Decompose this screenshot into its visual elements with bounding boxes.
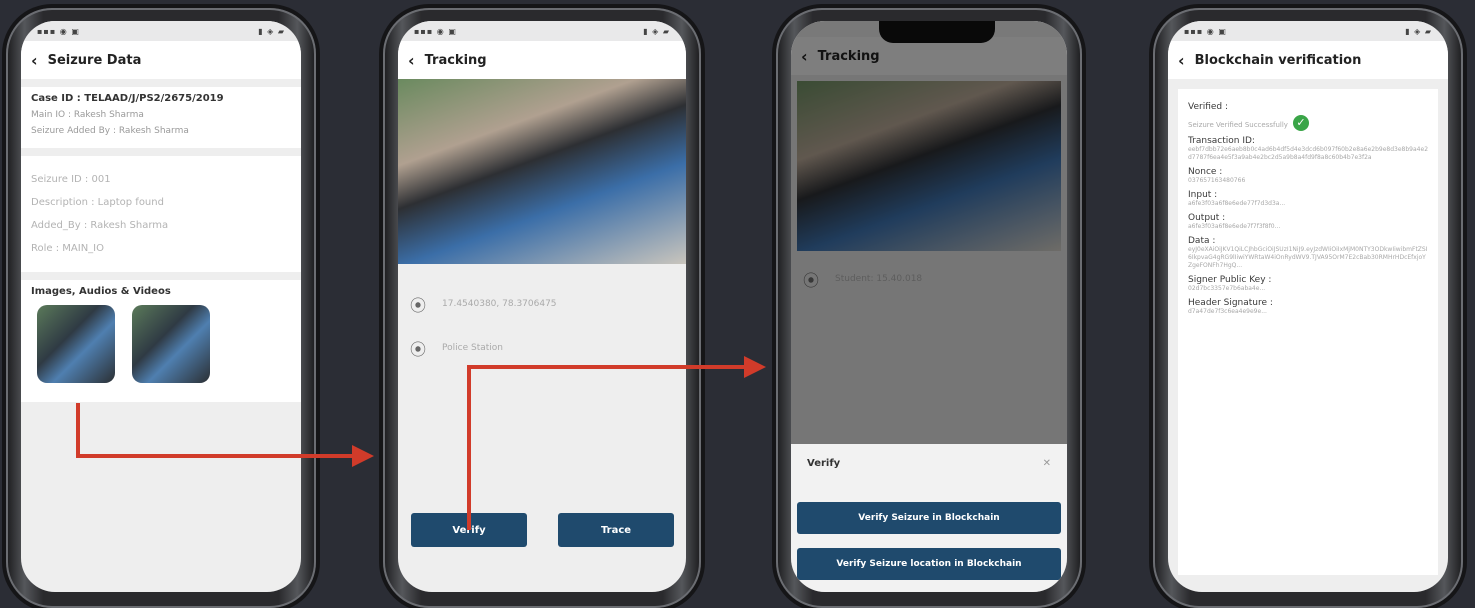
role: Role : MAIN_IO — [31, 243, 104, 254]
added-by: Added_By : Rakesh Sharma — [31, 220, 169, 231]
back-icon[interactable]: ‹ — [1178, 51, 1185, 70]
header-signature-label: Header Signature : — [1188, 298, 1273, 308]
description: Description : Laptop found — [31, 197, 164, 208]
seizure-card: Seizure ID : 001 Description : Laptop fo… — [21, 156, 301, 272]
back-icon[interactable]: ‹ — [31, 51, 38, 70]
nonce-label: Nonce : — [1188, 167, 1223, 177]
verified-row: Seizure Verified Successfully ✓ — [1188, 112, 1428, 131]
sheet-title: Verify — [807, 458, 841, 469]
place-row: ⦿ Police Station — [398, 326, 686, 370]
coords-row: ⦿ 17.4540380, 78.3706475 — [398, 282, 686, 326]
nonce-value: 037657163480766 — [1188, 177, 1246, 184]
check-icon: ✓ — [1293, 114, 1310, 131]
phone-tracking: ▪▪▪ ◉ ▣ ▮ ◈ ▰ ‹ Tracking ⦿ 17.4540380, 78… — [383, 8, 701, 608]
case-card: Case ID : TELAAD/J/PS2/2675/2019 Main IO… — [21, 87, 301, 148]
status-bar: ▪▪▪ ◉ ▣ ▮ ◈ ▰ — [398, 21, 686, 41]
phone-verify-sheet: ‹ Tracking ⦿ Student: 15.40.018 Verify ✕… — [776, 8, 1082, 608]
page-title: Tracking — [424, 52, 487, 68]
location-pin-icon: ⦿ — [410, 340, 427, 359]
sheet-header: Verify ✕ — [791, 444, 1067, 483]
flow-arrow-2-horizontal — [467, 365, 747, 369]
screen-seizure-data: ▪▪▪ ◉ ▣ ▮ ◈ ▰ ‹ Seizure Data Case ID : TE… — [21, 21, 301, 592]
flow-arrow-1-head — [352, 445, 374, 467]
data-value: eyJ0eXAiOiJKV1QiLCJhbGciOiJSUzI1NiJ9.eyJ… — [1188, 246, 1428, 269]
verify-location-button[interactable]: Verify Seizure location in Blockchain — [797, 548, 1061, 580]
screen-tracking: ▪▪▪ ◉ ▣ ▮ ◈ ▰ ‹ Tracking ⦿ 17.4540380, 78… — [398, 21, 686, 592]
screen-blockchain: ▪▪▪ ◉ ▣ ▮ ◈ ▰ ‹ Blockchain verification V… — [1168, 21, 1448, 592]
page-title: Seizure Data — [47, 52, 142, 68]
seizure-photo — [398, 79, 686, 264]
verification-card: Verified : Seizure Verified Successfully… — [1178, 89, 1438, 575]
transaction-label: Transaction ID: — [1188, 136, 1255, 146]
flow-arrow-2-vertical — [467, 365, 471, 530]
nav-bar: ‹ Blockchain verification — [1168, 41, 1448, 79]
media-heading: Images, Audios & Videos — [31, 286, 171, 297]
coords-text: 17.4540380, 78.3706475 — [442, 299, 557, 309]
media-card: Images, Audios & Videos — [21, 280, 301, 402]
main-io: Main IO : Rakesh Sharma — [31, 110, 144, 120]
location-pin-icon: ⦿ — [410, 296, 427, 315]
data-label: Data : — [1188, 236, 1216, 246]
verify-seizure-button[interactable]: Verify Seizure in Blockchain — [797, 502, 1061, 534]
input-label: Input : — [1188, 190, 1218, 200]
status-bar: ▪▪▪ ◉ ▣ ▮ ◈ ▰ — [21, 21, 301, 41]
status-bar: ▪▪▪ ◉ ▣ ▮ ◈ ▰ — [1168, 21, 1448, 41]
page-title: Blockchain verification — [1194, 52, 1362, 68]
flow-arrow-1-horizontal — [76, 454, 356, 458]
verify-sheet: Verify ✕ Verify Seizure in Blockchain Ve… — [791, 444, 1067, 592]
seizure-id: Seizure ID : 001 — [31, 174, 111, 185]
phone-seizure-data: ▪▪▪ ◉ ▣ ▮ ◈ ▰ ‹ Seizure Data Case ID : TE… — [6, 8, 316, 608]
output-label: Output : — [1188, 213, 1226, 223]
close-icon[interactable]: ✕ — [1043, 458, 1051, 469]
media-thumbnails — [31, 297, 291, 387]
back-icon[interactable]: ‹ — [408, 51, 415, 70]
flow-arrow-1-vertical — [76, 403, 80, 458]
header-signature-value: d7a47de7f3c6ea4e9e9e... — [1188, 308, 1267, 315]
transaction-value: eebf7dbb72e6aeb8b0c4ad6b4df5d4e3dcd6b097… — [1188, 146, 1429, 161]
place-text: Police Station — [442, 343, 503, 353]
case-id: Case ID : TELAAD/J/PS2/2675/2019 — [31, 93, 224, 104]
trace-button[interactable]: Trace — [558, 513, 674, 547]
verified-label: Verified : — [1188, 102, 1229, 112]
flow-arrow-2-head — [744, 356, 766, 378]
nav-bar: ‹ Seizure Data — [21, 41, 301, 79]
media-thumbnail[interactable] — [132, 305, 211, 383]
signer-label: Signer Public Key : — [1188, 275, 1272, 285]
output-value: a6fe3f03a6f8e6ede7f7f3f8f0... — [1188, 223, 1281, 230]
media-thumbnail[interactable] — [37, 305, 115, 383]
phone-blockchain: ▪▪▪ ◉ ▣ ▮ ◈ ▰ ‹ Blockchain verification V… — [1153, 8, 1463, 608]
verified-value: Seizure Verified Successfully — [1188, 121, 1288, 129]
seizure-added-by: Seizure Added By : Rakesh Sharma — [31, 126, 189, 136]
nav-bar: ‹ Tracking — [398, 41, 686, 79]
input-value: a6fe3f03a6f8e6ede77f7d3d3a... — [1188, 200, 1286, 207]
signer-value: 02d7bc3357e7b6aba4e... — [1188, 285, 1266, 292]
screen-verify-sheet: ‹ Tracking ⦿ Student: 15.40.018 Verify ✕… — [791, 21, 1067, 592]
